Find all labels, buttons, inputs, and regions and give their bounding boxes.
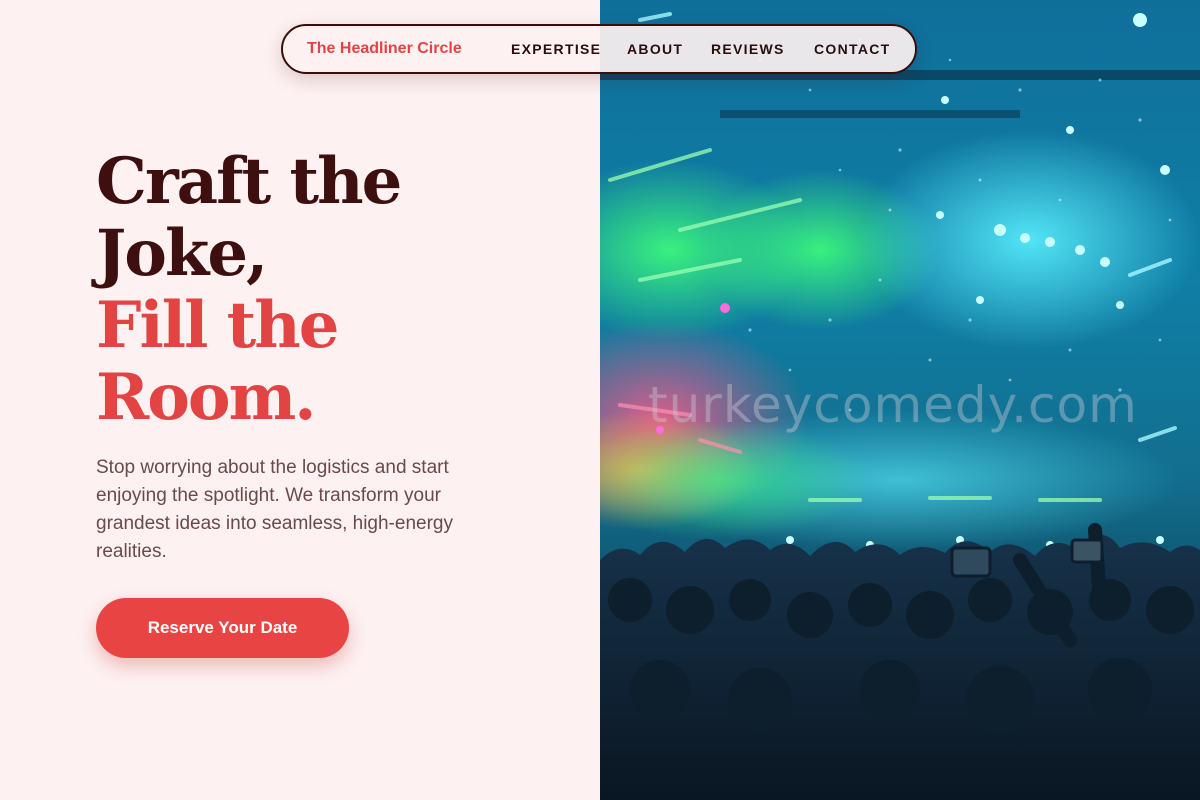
top-navigation: The Headliner Circle EXPERTISE ABOUT REV… — [281, 24, 917, 74]
page: Craft the Joke, Fill the Room. Stop worr… — [0, 0, 1200, 800]
hero-headline: Craft the Joke, Fill the Room. — [96, 144, 402, 435]
hero-left-panel: Craft the Joke, Fill the Room. Stop worr… — [0, 0, 600, 800]
nav-link-expertise[interactable]: EXPERTISE — [511, 41, 601, 57]
headline-line-4: Room. — [96, 360, 317, 435]
headline-line-1: Craft the — [96, 144, 402, 219]
hero-subtitle: Stop worrying about the logistics and st… — [96, 457, 453, 562]
nav-link-contact[interactable]: CONTACT — [814, 41, 891, 57]
headline-line-2: Joke, — [96, 216, 268, 291]
nav-link-reviews[interactable]: REVIEWS — [711, 41, 785, 57]
reserve-date-button[interactable]: Reserve Your Date — [96, 598, 349, 658]
brand-logo-link[interactable]: The Headliner Circle — [307, 40, 462, 58]
watermark-text: turkeycomedy.com — [648, 376, 1138, 434]
nav-link-about[interactable]: ABOUT — [627, 41, 683, 57]
headline-line-3: Fill the — [96, 288, 339, 363]
